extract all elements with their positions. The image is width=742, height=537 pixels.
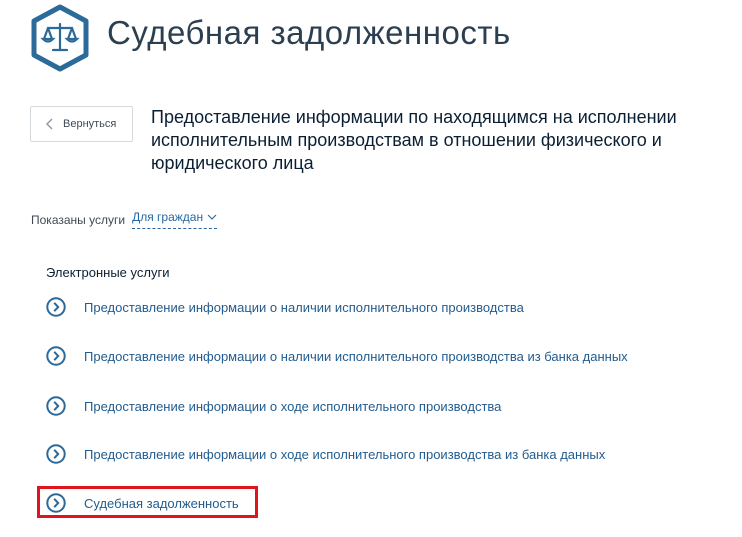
circle-arrow-right-icon <box>46 444 66 464</box>
service-link-label: Предоставление информации о ходе исполни… <box>84 446 606 462</box>
filter-prefix-label: Показаны услуги <box>31 212 126 227</box>
service-link-label: Предоставление информации о ходе исполни… <box>84 398 502 414</box>
page-title: Предоставление информации по находящимся… <box>151 107 677 173</box>
circle-arrow-right-icon <box>46 297 66 317</box>
site-title: Судебная задолженность <box>107 14 511 51</box>
service-link-label: Предоставление информации о наличии испо… <box>84 299 524 315</box>
audience-filter-value: Для граждан <box>132 210 204 224</box>
chevron-left-icon <box>46 118 53 130</box>
back-button-label: Вернуться <box>63 118 117 130</box>
back-button[interactable]: Вернуться <box>30 106 133 142</box>
service-link-enforcement-progress[interactable]: Предоставление информации о ходе исполни… <box>46 396 501 416</box>
service-link-enforcement-progress-databank[interactable]: Предоставление информации о ходе исполни… <box>46 444 605 464</box>
services-filter: Показаны услуги Для граждан <box>31 210 218 229</box>
scales-of-justice-icon <box>31 4 89 72</box>
circle-arrow-right-icon <box>46 396 66 416</box>
service-link-enforcement-existence-databank[interactable]: Предоставление информации о наличии испо… <box>46 346 628 366</box>
audience-filter-dropdown[interactable]: Для граждан <box>132 210 218 229</box>
service-link-label: Предоставление информации о наличии испо… <box>84 348 628 364</box>
service-link-enforcement-existence[interactable]: Предоставление информации о наличии испо… <box>46 297 524 317</box>
chevron-down-icon <box>207 214 217 220</box>
highlight-annotation-box <box>37 486 258 518</box>
circle-arrow-right-icon <box>46 346 66 366</box>
section-title: Электронные услуги <box>46 265 170 280</box>
